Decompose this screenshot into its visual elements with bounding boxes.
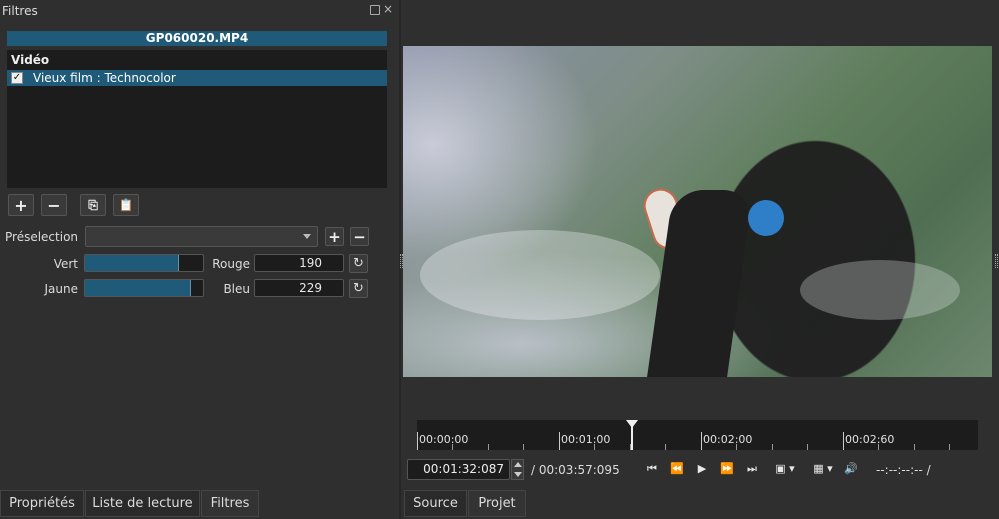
close-panel-icon[interactable]: ×: [383, 2, 393, 16]
wave-foam: [800, 260, 960, 320]
in-out-label: --:--:--:-- /: [876, 463, 931, 477]
vert-label: Vert: [53, 257, 78, 271]
ruler-tick: [878, 444, 879, 450]
ruler-tick: [914, 444, 915, 450]
filters-panel: Filtres × GP060020.MP4 Vidéo ✓ Vieux fil…: [0, 0, 400, 490]
skip-start-icon: ⏮: [647, 462, 657, 475]
skip-start-button[interactable]: ⏮: [644, 460, 660, 478]
chevron-down-icon[interactable]: [514, 472, 522, 477]
volume-icon: 🔊: [844, 462, 858, 475]
filter-enabled-checkbox[interactable]: ✓: [11, 72, 23, 84]
ruler-tick: [559, 432, 560, 450]
bleu-value-field[interactable]: 229: [254, 279, 344, 297]
filter-item-label: Vieux film : Technocolor: [33, 71, 176, 85]
skip-end-icon: ⏭: [747, 462, 757, 475]
ruler-label: 00:02:60: [845, 433, 895, 446]
play-button[interactable]: ▶: [694, 460, 710, 478]
list-item[interactable]: ✓ Vieux film : Technocolor: [7, 70, 387, 86]
minus-icon: −: [47, 195, 61, 215]
chevron-down-icon: [303, 234, 311, 239]
play-icon: ▶: [697, 462, 707, 475]
clip-name-header: GP060020.MP4: [7, 31, 387, 46]
tab-playlist[interactable]: Liste de lecture: [85, 490, 200, 517]
grid-icon: ▦ ▾: [813, 462, 833, 475]
timecode-spinner[interactable]: [511, 459, 524, 480]
filter-list[interactable]: Vidéo ✓ Vieux film : Technocolor: [7, 50, 387, 188]
reset-icon: ↻: [353, 281, 364, 296]
preset-label: Préselection: [5, 230, 79, 244]
copy-filters-button[interactable]: ⎘: [80, 194, 106, 216]
rewind-icon: ⏪: [670, 462, 684, 475]
ruler-tick: [417, 432, 418, 450]
resize-handle-right[interactable]: [995, 254, 998, 268]
playhead-marker[interactable]: [626, 420, 638, 428]
tab-project[interactable]: Projet: [468, 490, 526, 517]
save-preset-button[interactable]: +: [325, 227, 344, 246]
jaune-slider-fill: [85, 280, 192, 296]
ruler-tick: [772, 444, 773, 450]
paste-icon: 📋: [118, 198, 134, 212]
jaune-label: Jaune: [44, 282, 79, 296]
rouge-value-field[interactable]: 190: [254, 254, 344, 272]
volume-button[interactable]: 🔊: [842, 460, 860, 478]
ruler-label: 00:01:00: [561, 433, 611, 446]
timeline-ruler[interactable]: 00:00:00 00:01:00 00:02:00 00:02:60: [417, 420, 978, 450]
ruler-tick: [949, 444, 950, 450]
ruler-tick: [594, 444, 595, 450]
ruler-label: 00:02:00: [703, 433, 753, 446]
chevron-up-icon[interactable]: [514, 462, 522, 467]
add-filter-button[interactable]: +: [8, 194, 34, 216]
duration-label: / 00:03:57:095: [531, 463, 620, 477]
plus-icon: +: [328, 227, 341, 246]
ruler-tick: [452, 444, 453, 450]
tab-filters[interactable]: Filtres: [201, 490, 259, 517]
video-preview[interactable]: [403, 46, 992, 377]
vert-slider[interactable]: [84, 254, 204, 272]
ruler-tick: [843, 432, 844, 450]
preset-select[interactable]: [85, 226, 318, 247]
float-panel-icon[interactable]: [370, 5, 380, 15]
plus-icon: +: [14, 195, 28, 215]
kite-rider: [748, 200, 784, 236]
fast-forward-button[interactable]: ⏩: [718, 460, 736, 478]
zoom-button[interactable]: ▣ ▾: [768, 460, 802, 478]
list-section-header: Vidéo: [11, 53, 50, 67]
tab-source[interactable]: Source: [404, 490, 467, 517]
tab-properties[interactable]: Propriétés: [0, 490, 84, 517]
reset-row2-button[interactable]: ↻: [349, 279, 368, 298]
ruler-tick: [736, 444, 737, 450]
ruler-label: 00:00:00: [419, 433, 469, 446]
grid-button[interactable]: ▦ ▾: [806, 460, 840, 478]
remove-filter-button[interactable]: −: [41, 194, 67, 216]
panel-title: Filtres: [2, 4, 38, 18]
bleu-label: Bleu: [223, 282, 250, 296]
vert-slider-fill: [85, 255, 180, 271]
wave-foam: [420, 230, 660, 320]
reset-icon: ↻: [353, 256, 364, 271]
zoom-icon: ▣ ▾: [775, 462, 795, 475]
ruler-tick: [665, 444, 666, 450]
resize-handle-left[interactable]: [400, 254, 403, 268]
skip-end-button[interactable]: ⏭: [744, 460, 760, 478]
paste-filters-button[interactable]: 📋: [113, 194, 139, 216]
copy-icon: ⎘: [88, 197, 98, 212]
minus-icon: −: [353, 227, 366, 246]
jaune-slider[interactable]: [84, 279, 204, 297]
ruler-tick: [523, 444, 524, 450]
ruler-tick: [807, 444, 808, 450]
reset-row1-button[interactable]: ↻: [349, 254, 368, 273]
ruler-tick: [701, 432, 702, 450]
rouge-label: Rouge: [212, 257, 250, 271]
fast-forward-icon: ⏩: [720, 462, 734, 475]
ruler-tick: [488, 444, 489, 450]
timecode-field[interactable]: 00:01:32:087: [407, 459, 510, 480]
rewind-button[interactable]: ⏪: [668, 460, 686, 478]
delete-preset-button[interactable]: −: [350, 227, 369, 246]
